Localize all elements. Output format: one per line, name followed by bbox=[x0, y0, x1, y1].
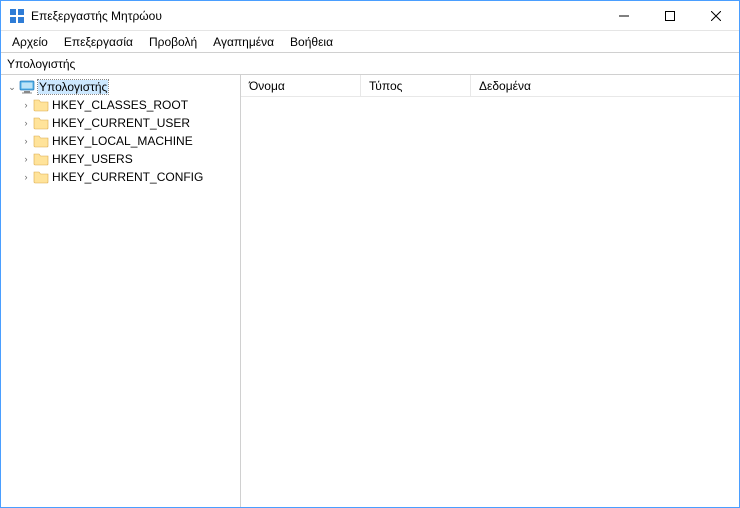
column-label: Τύπος bbox=[369, 79, 402, 93]
app-icon bbox=[9, 8, 25, 24]
menu-view[interactable]: Προβολή bbox=[142, 33, 204, 51]
expander-icon[interactable]: › bbox=[19, 136, 33, 146]
tree-node-hkcc[interactable]: › HKEY_CURRENT_CONFIG bbox=[15, 168, 240, 186]
menu-edit[interactable]: Επεξεργασία bbox=[57, 33, 140, 51]
tree-node-hkcr[interactable]: › HKEY_CLASSES_ROOT bbox=[15, 96, 240, 114]
column-name[interactable]: Όνομα bbox=[241, 75, 361, 96]
minimize-button[interactable] bbox=[601, 1, 647, 30]
menubar: Αρχείο Επεξεργασία Προβολή Αγαπημένα Βοή… bbox=[1, 31, 739, 53]
column-type[interactable]: Τύπος bbox=[361, 75, 471, 96]
tree-node-label: HKEY_CURRENT_CONFIG bbox=[52, 170, 203, 184]
titlebar: Επεξεργαστής Μητρώου bbox=[1, 1, 739, 31]
menu-file[interactable]: Αρχείο bbox=[5, 33, 55, 51]
content-area: ⌄ Υπολογιστής › HKEY_CLASSES_ROOT › HKEY… bbox=[1, 75, 739, 507]
tree-children: › HKEY_CLASSES_ROOT › HKEY_CURRENT_USER … bbox=[1, 96, 240, 186]
tree-node-label: HKEY_CLASSES_ROOT bbox=[52, 98, 188, 112]
folder-icon bbox=[33, 169, 49, 185]
column-label: Όνομα bbox=[249, 79, 285, 93]
maximize-button[interactable] bbox=[647, 1, 693, 30]
tree-node-label: HKEY_LOCAL_MACHINE bbox=[52, 134, 193, 148]
address-bar[interactable]: Υπολογιστής bbox=[1, 53, 739, 75]
menu-help[interactable]: Βοήθεια bbox=[283, 33, 340, 51]
tree-node-label: Υπολογιστής bbox=[38, 80, 108, 94]
tree-node-computer[interactable]: ⌄ Υπολογιστής bbox=[1, 78, 240, 96]
folder-icon bbox=[33, 115, 49, 131]
expander-icon[interactable]: › bbox=[19, 172, 33, 182]
column-data[interactable]: Δεδομένα bbox=[471, 75, 739, 96]
computer-icon bbox=[19, 79, 35, 95]
folder-icon bbox=[33, 151, 49, 167]
expander-icon[interactable]: ⌄ bbox=[5, 82, 19, 93]
list-panel: Όνομα Τύπος Δεδομένα bbox=[241, 75, 739, 507]
expander-icon[interactable]: › bbox=[19, 100, 33, 110]
expander-icon[interactable]: › bbox=[19, 154, 33, 164]
tree-node-hkcu[interactable]: › HKEY_CURRENT_USER bbox=[15, 114, 240, 132]
tree-node-label: HKEY_USERS bbox=[52, 152, 133, 166]
window-title: Επεξεργαστής Μητρώου bbox=[31, 9, 601, 23]
tree-node-label: HKEY_CURRENT_USER bbox=[52, 116, 190, 130]
column-label: Δεδομένα bbox=[479, 79, 531, 93]
list-header: Όνομα Τύπος Δεδομένα bbox=[241, 75, 739, 97]
tree-panel: ⌄ Υπολογιστής › HKEY_CLASSES_ROOT › HKEY… bbox=[1, 75, 241, 507]
tree-node-hklm[interactable]: › HKEY_LOCAL_MACHINE bbox=[15, 132, 240, 150]
list-body[interactable] bbox=[241, 97, 739, 507]
close-button[interactable] bbox=[693, 1, 739, 30]
folder-icon bbox=[33, 97, 49, 113]
address-text: Υπολογιστής bbox=[7, 57, 75, 71]
window-controls bbox=[601, 1, 739, 30]
expander-icon[interactable]: › bbox=[19, 118, 33, 128]
tree-node-hku[interactable]: › HKEY_USERS bbox=[15, 150, 240, 168]
folder-icon bbox=[33, 133, 49, 149]
menu-favorites[interactable]: Αγαπημένα bbox=[206, 33, 281, 51]
